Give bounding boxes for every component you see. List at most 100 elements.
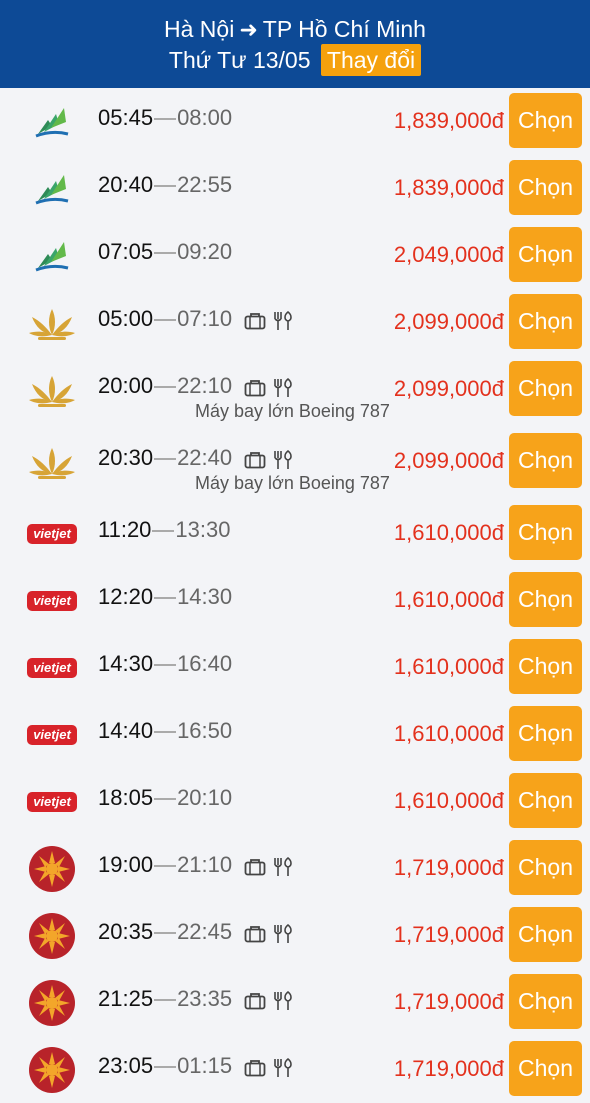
flight-times: 20:00 22:10	[98, 371, 294, 401]
flight-row: 20:35 22:45 1,719,000đ Chọn	[0, 902, 590, 969]
select-flight-button[interactable]: Chọn	[509, 840, 582, 895]
flight-row: vietjet 14:40 16:50 1,610,000đ Chọn	[0, 701, 590, 768]
select-flight-button[interactable]: Chọn	[509, 907, 582, 962]
flight-price: 1,839,000đ	[393, 108, 504, 133]
flight-price: 1,610,000đ	[393, 788, 504, 813]
departure-time: 20:30	[98, 445, 154, 470]
vietjet-logo: vietjet	[26, 508, 78, 560]
select-flight-button[interactable]: Chọn	[509, 1041, 582, 1096]
meal-icon	[274, 991, 293, 1011]
flight-row: 23:05 01:15 1,719,000đ Chọn	[0, 1036, 590, 1103]
meal-icon	[274, 924, 293, 944]
time-separator	[154, 932, 177, 935]
select-flight-button[interactable]: Chọn	[509, 433, 582, 488]
flight-price: 2,099,000đ	[393, 376, 504, 401]
flight-price: 1,610,000đ	[393, 721, 504, 746]
select-flight-button[interactable]: Chọn	[509, 572, 582, 627]
departure-time: 20:00	[98, 373, 154, 398]
select-flight-button[interactable]: Chọn	[509, 227, 582, 282]
flight-price: 1,610,000đ	[393, 520, 504, 545]
amenities	[244, 918, 294, 948]
select-flight-button[interactable]: Chọn	[509, 361, 582, 416]
flight-times: 18:05 20:10	[98, 783, 232, 813]
destination-city: TP Hồ Chí Minh	[262, 16, 426, 42]
svg-text:vietjet: vietjet	[33, 794, 71, 809]
departure-time: 05:45	[98, 105, 154, 130]
vietjet-logo: vietjet	[26, 642, 78, 694]
flight-times: 20:35 22:45	[98, 917, 294, 947]
app-header: Hà Nội ➜ TP Hồ Chí Minh Thứ Tư 13/05 Thay …	[0, 0, 590, 88]
select-flight-button[interactable]: Chọn	[509, 93, 582, 148]
bamboo-logo	[26, 96, 78, 148]
flight-price: 1,719,000đ	[393, 1056, 504, 1081]
change-date-button[interactable]: Thay đổi	[320, 44, 422, 76]
time-separator	[152, 530, 175, 533]
bamboo-logo	[26, 230, 78, 282]
select-flight-button[interactable]: Chọn	[509, 160, 582, 215]
arrival-time: 22:55	[177, 172, 233, 197]
pacific-airlines-logo	[26, 910, 78, 962]
vietjet-logo: vietjet	[26, 776, 78, 828]
select-flight-button[interactable]: Chọn	[509, 773, 582, 828]
arrival-time: 07:10	[177, 306, 233, 331]
flight-price: 2,049,000đ	[393, 242, 504, 267]
vietnam-airlines-logo	[26, 364, 78, 416]
flight-price: 1,610,000đ	[393, 587, 504, 612]
pacific-airlines-logo	[26, 977, 78, 1029]
travel-date: Thứ Tư 13/05	[168, 47, 311, 73]
baggage-icon	[244, 452, 266, 469]
departure-time: 23:05	[98, 1053, 154, 1078]
time-separator	[154, 999, 177, 1002]
flight-row: 19:00 21:10 1,719,000đ Chọn	[0, 835, 590, 902]
baggage-icon	[244, 380, 266, 397]
time-separator	[154, 118, 177, 121]
baggage-icon	[244, 926, 266, 943]
time-separator	[154, 1066, 177, 1069]
flight-times: 14:40 16:50	[98, 716, 232, 746]
arrival-time: 22:45	[177, 919, 233, 944]
flight-times: 20:30 22:40	[98, 443, 294, 473]
vietnam-airlines-logo	[26, 436, 78, 488]
select-flight-button[interactable]: Chọn	[509, 706, 582, 761]
svg-text:vietjet: vietjet	[33, 660, 71, 675]
select-flight-button[interactable]: Chọn	[509, 639, 582, 694]
select-flight-button[interactable]: Chọn	[509, 974, 582, 1029]
time-separator	[154, 458, 177, 461]
flight-times: 19:00 21:10	[98, 850, 294, 880]
time-separator	[154, 798, 177, 801]
flight-price: 1,610,000đ	[393, 654, 504, 679]
time-separator	[154, 319, 177, 322]
select-flight-button[interactable]: Chọn	[509, 294, 582, 349]
departure-time: 19:00	[98, 852, 154, 877]
pacific-airlines-logo	[26, 843, 78, 895]
time-separator	[154, 731, 177, 734]
arrow-right-icon: ➜	[239, 17, 258, 42]
svg-text:vietjet: vietjet	[33, 526, 71, 541]
arrival-time: 13:30	[175, 517, 231, 542]
flight-row: vietjet 12:20 14:30 1,610,000đ Chọn	[0, 567, 590, 634]
departure-time: 14:40	[98, 718, 154, 743]
baggage-icon	[244, 859, 266, 876]
flight-row: vietjet 18:05 20:10 1,610,000đ Chọn	[0, 768, 590, 835]
flight-row: 20:00 22:10 Máy bay lớn Boeing 787 2,099,0…	[0, 356, 590, 423]
arrival-time: 16:40	[177, 651, 233, 676]
departure-time: 20:40	[98, 172, 154, 197]
flight-times: 11:20 13:30	[98, 515, 230, 545]
time-separator	[154, 185, 177, 188]
select-flight-button[interactable]: Chọn	[509, 505, 582, 560]
flight-row: 20:30 22:40 Máy bay lớn Boeing 787 2,099,0…	[0, 428, 590, 495]
flight-times: 21:25 23:35	[98, 984, 294, 1014]
meal-icon	[274, 857, 293, 877]
amenities	[244, 851, 294, 881]
amenities	[244, 1052, 294, 1082]
route-title: Hà Nội ➜ TP Hồ Chí Minh	[0, 14, 590, 45]
flight-times: 20:40 22:55	[98, 170, 232, 200]
arrival-time: 22:10	[177, 373, 233, 398]
arrival-time: 01:15	[177, 1053, 233, 1078]
amenities	[244, 305, 294, 335]
flight-price: 1,719,000đ	[393, 989, 504, 1014]
departure-time: 21:25	[98, 986, 154, 1011]
departure-time: 14:30	[98, 651, 154, 676]
departure-time: 05:00	[98, 306, 154, 331]
meal-icon	[274, 378, 293, 398]
